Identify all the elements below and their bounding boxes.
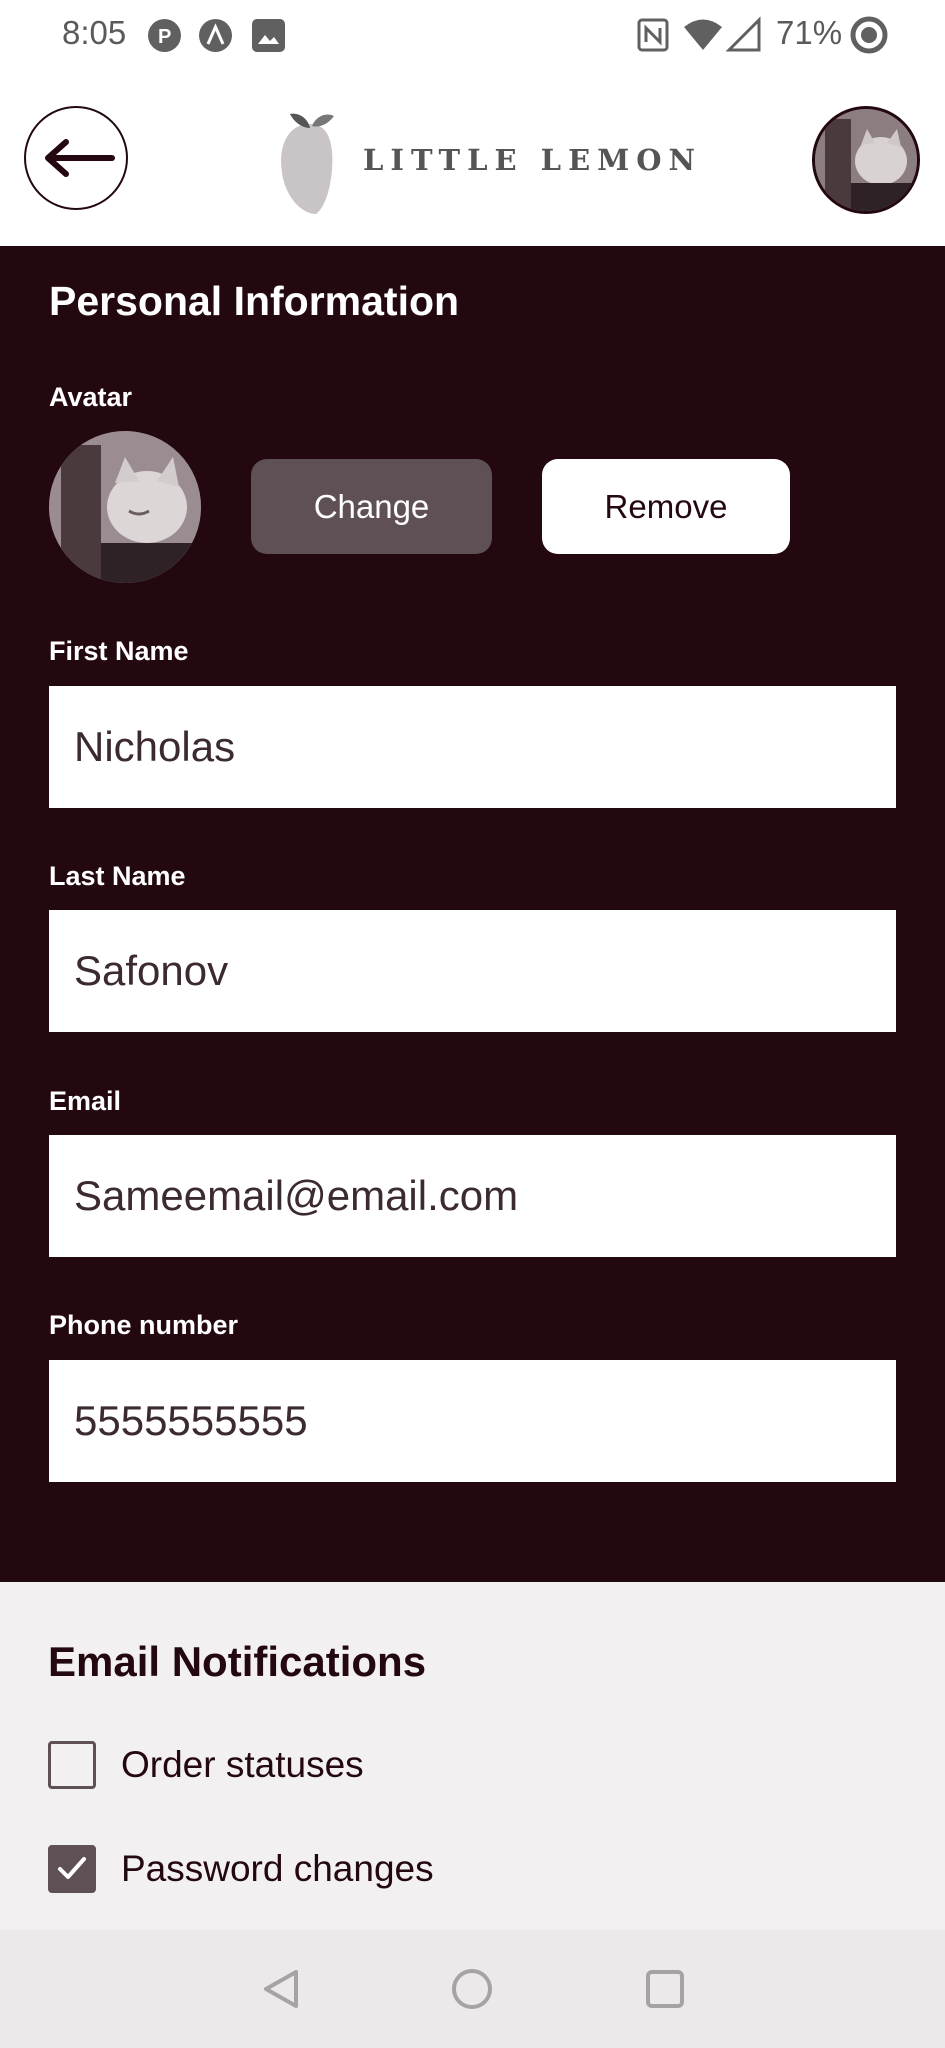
cat-avatar-image: [815, 109, 917, 211]
checkbox-label: Password changes: [121, 1848, 434, 1889]
svg-text:P: P: [158, 26, 171, 48]
app-p-icon: P: [148, 19, 181, 52]
phone-field[interactable]: [49, 1360, 896, 1482]
checkbox-unchecked-icon[interactable]: [48, 1741, 96, 1789]
battery-percent: 71%: [776, 14, 843, 51]
avatar-label: Avatar: [49, 382, 133, 412]
section-title: Personal Information: [49, 278, 460, 324]
checkbox-checked-icon[interactable]: [48, 1845, 96, 1893]
phone-label: Phone number: [49, 1310, 239, 1340]
first-name-field[interactable]: [49, 686, 896, 808]
notifications-title: Email Notifications: [48, 1638, 427, 1685]
change-avatar-button[interactable]: Change: [251, 459, 492, 554]
nav-recents-icon[interactable]: [644, 1968, 686, 2010]
nav-back-icon[interactable]: [260, 1968, 302, 2010]
logo: LITTLE LEMON: [270, 106, 695, 216]
last-name-field[interactable]: [49, 910, 896, 1032]
wifi-icon: [684, 19, 722, 50]
email-label: Email: [49, 1086, 122, 1116]
signal-icon: [726, 16, 761, 52]
battery-circle-icon: [850, 16, 888, 54]
status-time: 8:05: [62, 14, 127, 51]
checkmark-icon: [58, 1857, 86, 1879]
image-icon: [252, 19, 285, 52]
app-a-icon: [199, 19, 232, 52]
lemon-icon: [281, 113, 334, 214]
logo-text: LITTLE LEMON: [363, 143, 703, 177]
system-nav-bar: [0, 1930, 945, 2048]
remove-avatar-button[interactable]: Remove: [542, 459, 790, 554]
checkbox-order-statuses[interactable]: Order statuses: [48, 1740, 364, 1790]
personal-information-section: Personal Information Avatar Change Remov…: [0, 246, 945, 1582]
nav-home-icon[interactable]: [451, 1968, 493, 2010]
app-header: LITTLE LEMON: [0, 70, 945, 246]
nfc-icon: [637, 18, 669, 52]
cat-avatar-image: [49, 431, 201, 583]
first-name-label: First Name: [49, 636, 189, 666]
status-bar: 8:05 P 71%: [0, 0, 945, 70]
email-field[interactable]: [49, 1135, 896, 1257]
checkbox-label: Order statuses: [121, 1744, 364, 1785]
checkbox-password-changes[interactable]: Password changes: [48, 1844, 434, 1894]
profile-avatar-button[interactable]: [812, 106, 920, 214]
last-name-label: Last Name: [49, 861, 186, 891]
email-notifications-section: Email Notifications Order statuses Passw…: [0, 1582, 945, 1930]
avatar-image: [49, 431, 201, 583]
back-button[interactable]: [24, 106, 128, 210]
arrow-left-icon: [45, 139, 115, 177]
